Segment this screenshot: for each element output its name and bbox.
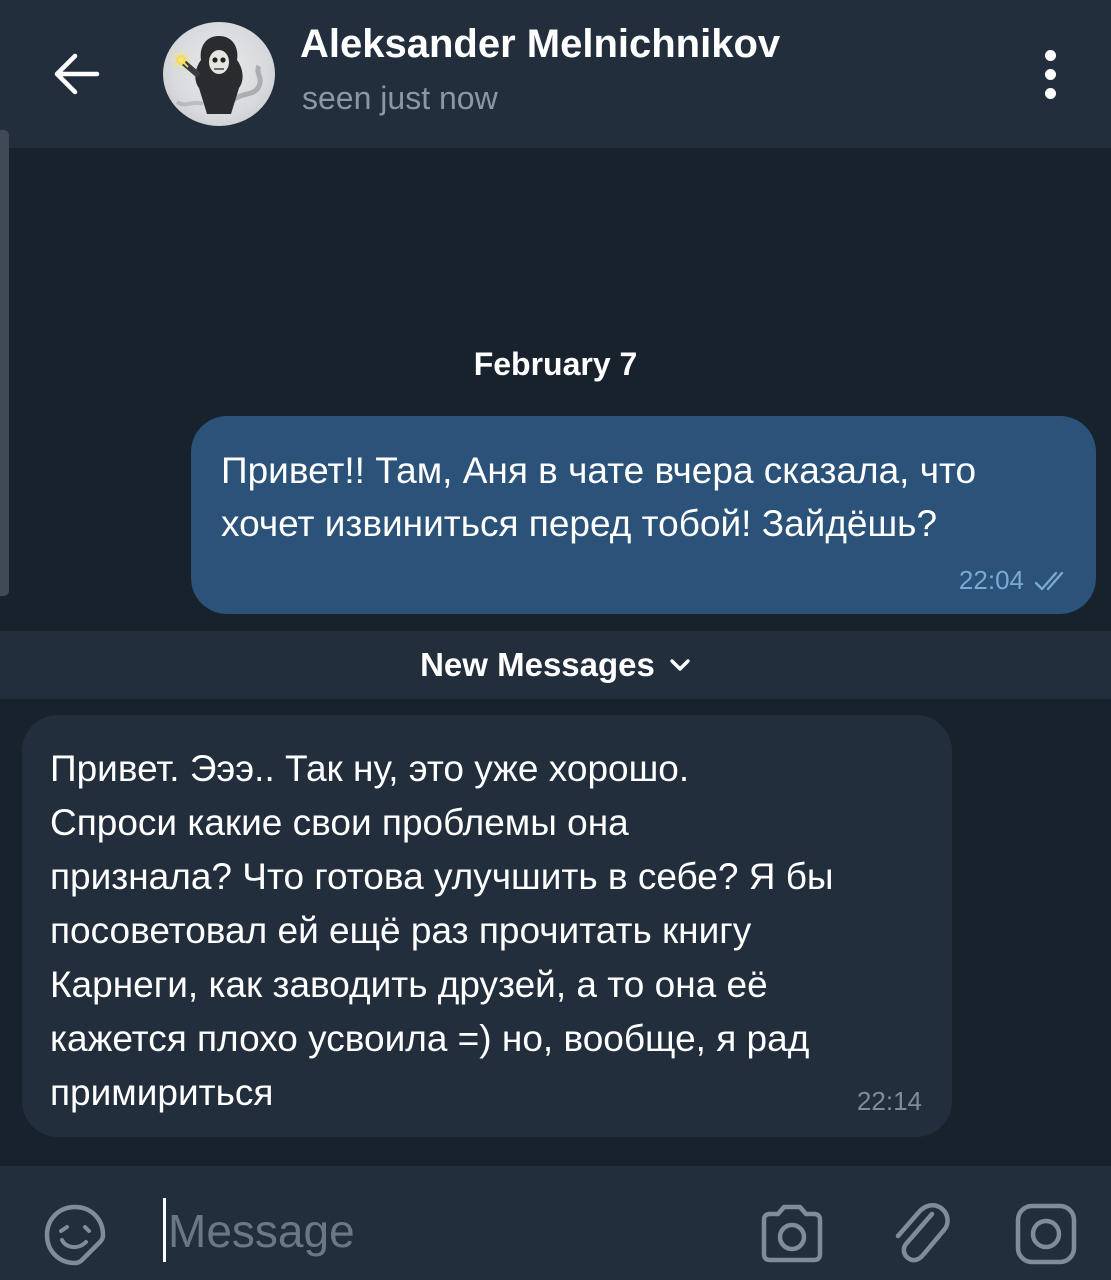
message-input[interactable]: [168, 1196, 728, 1266]
sticker-smile-icon: [44, 1204, 106, 1266]
paperclip-icon: [895, 1202, 950, 1263]
outgoing-message[interactable]: Привет!! Там, Аня в чате вчера сказала, …: [191, 416, 1096, 614]
new-messages-bar[interactable]: New Messages: [0, 631, 1111, 699]
incoming-message[interactable]: Привет. Эээ.. Так ну, это уже хорошо. Сп…: [22, 715, 952, 1137]
message-line: Спроси какие свои проблемы она: [50, 802, 629, 843]
emoji-button[interactable]: [42, 1202, 108, 1268]
attach-button[interactable]: [888, 1198, 952, 1270]
message-line: кажется плохо усвоила =) но, вообще, я р…: [50, 1018, 810, 1059]
text-cursor: [163, 1198, 166, 1262]
last-seen-status: seen just now: [302, 80, 498, 116]
message-text: Привет. Эээ.. Так ну, это уже хорошо. Сп…: [50, 742, 912, 1120]
arrow-left-icon: [54, 53, 100, 95]
double-check-icon: [1034, 571, 1064, 590]
message-line: хочет извиниться перед тобой! Зайдёшь?: [221, 503, 938, 544]
chevron-down-icon: [670, 659, 690, 671]
new-messages-label: New Messages: [420, 646, 655, 683]
message-meta: 22:04: [959, 565, 1070, 596]
message-time: 22:14: [856, 1086, 922, 1116]
video-message-button[interactable]: [1014, 1202, 1078, 1266]
more-options-button[interactable]: [1020, 36, 1080, 112]
message-time: 22:04: [958, 565, 1024, 595]
message-line: примириться: [50, 1072, 274, 1113]
message-line: признала? Что готова улучшить в себе? Я …: [50, 856, 834, 897]
message-line: посоветовал ей ещё раз прочитать книгу: [50, 910, 752, 951]
avatar[interactable]: [163, 22, 275, 126]
camera-button[interactable]: [756, 1202, 828, 1266]
chat-title[interactable]: Aleksander Melnichnikov: [300, 22, 780, 67]
message-text: Привет!! Там, Аня в чате вчера сказала, …: [221, 444, 1060, 550]
more-vertical-icon: [1044, 49, 1056, 61]
message-composer: [0, 1166, 1111, 1280]
date-separator: February 7: [473, 346, 638, 382]
back-button[interactable]: [38, 36, 114, 112]
camera-icon: [761, 1204, 823, 1263]
video-message-icon: [1015, 1203, 1077, 1265]
chat-header: Aleksander Melnichnikov seen just now: [0, 0, 1111, 148]
message-line: Карнеги, как заводить друзей, а то она е…: [50, 964, 768, 1005]
message-line: Привет. Эээ.. Так ну, это уже хорошо.: [50, 748, 690, 789]
reaper-avatar-icon: [171, 36, 263, 114]
message-line: Привет!! Там, Аня в чате вчера сказала, …: [221, 450, 977, 491]
